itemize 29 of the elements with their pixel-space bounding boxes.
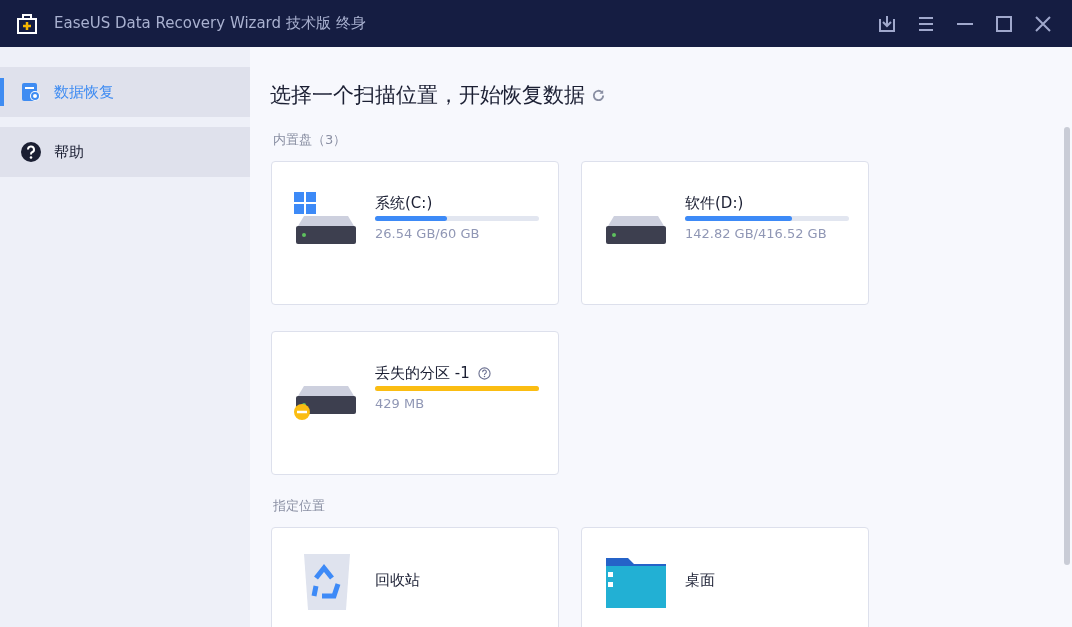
first-aid-kit-icon: [16, 12, 38, 35]
scrollbar[interactable]: [1064, 127, 1070, 565]
hard-drive-icon: [604, 216, 668, 244]
drive-card[interactable]: 软件(D:) 142.82 GB/416.52 GB: [581, 161, 869, 305]
drive-card[interactable]: 丢失的分区 -1 429 MB: [271, 331, 559, 475]
drive-size: 429 MB: [375, 396, 426, 411]
maximize-icon[interactable]: [994, 13, 1014, 34]
location-card[interactable]: 桌面: [581, 527, 869, 627]
download-icon[interactable]: [877, 13, 897, 34]
window-title: EaseUS Data Recovery Wizard 技术版 终身: [54, 14, 367, 33]
section-label: 指定位置: [273, 497, 326, 515]
page-heading: 选择一个扫描位置，开始恢复数据: [270, 82, 585, 109]
drive-with-minus-badge-icon: [294, 386, 358, 420]
drive-name: 系统(C:): [375, 193, 433, 213]
close-icon[interactable]: [1033, 13, 1053, 34]
location-name: 回收站: [375, 570, 420, 590]
refresh-icon[interactable]: [591, 87, 606, 103]
drive-size: 142.82 GB/416.52 GB: [685, 226, 828, 241]
section-label: 内置盘（3）: [273, 131, 348, 149]
help-icon: [477, 366, 491, 380]
drive-name: 丢失的分区 -1: [375, 363, 470, 383]
document-refresh-icon: [20, 81, 42, 103]
location-name: 桌面: [685, 570, 715, 590]
location-card[interactable]: 回收站: [271, 527, 559, 627]
drive-name: 软件(D:): [685, 193, 744, 213]
sidebar-item[interactable]: 帮助: [0, 127, 250, 177]
drive-card[interactable]: 系统(C:) 26.54 GB/60 GB: [271, 161, 559, 305]
drive-size: 26.54 GB/60 GB: [375, 226, 481, 241]
help-icon: [20, 141, 42, 163]
